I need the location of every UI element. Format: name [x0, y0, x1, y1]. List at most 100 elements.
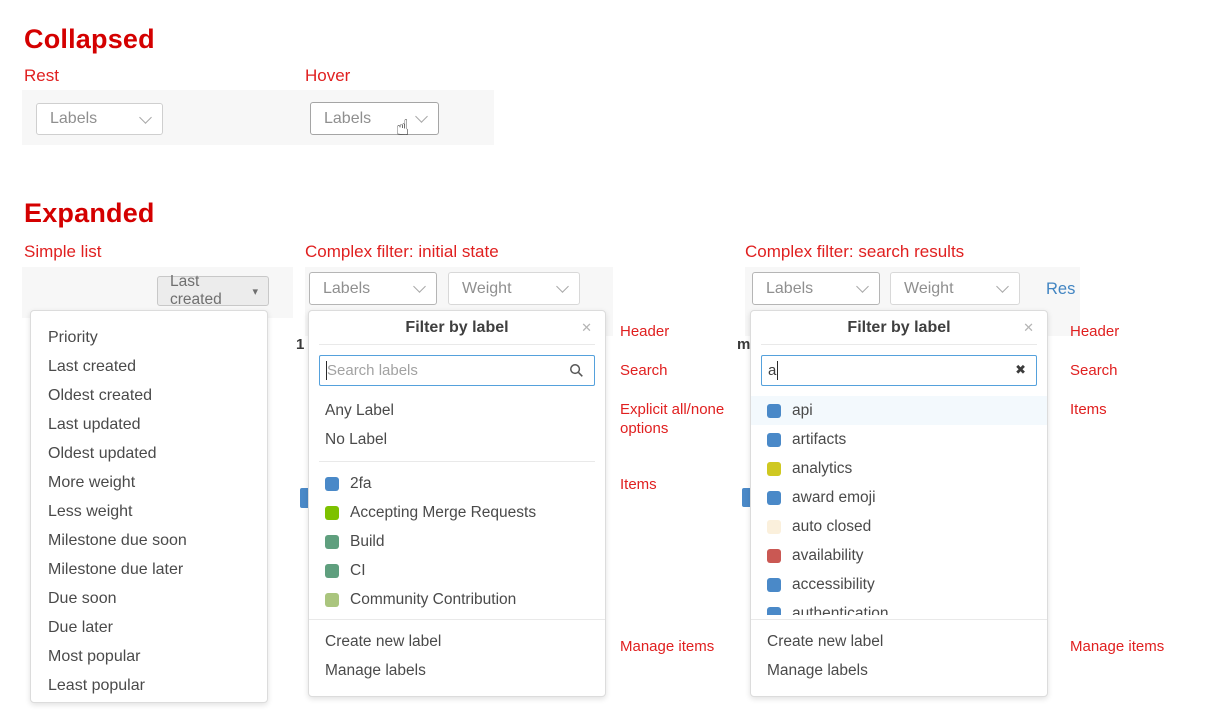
- sort-option-label: Most popular: [48, 648, 141, 666]
- label-option[interactable]: 2fa: [309, 469, 605, 498]
- manage-action[interactable]: Create new label: [751, 627, 1047, 656]
- chevron-down-icon: [556, 280, 569, 293]
- dropdown-button-label: Labels: [766, 280, 813, 298]
- label-option[interactable]: authentication: [751, 599, 1047, 615]
- weight-filter-dropdown[interactable]: Weight: [448, 272, 580, 305]
- sort-option[interactable]: Priority: [31, 323, 267, 352]
- close-icon[interactable]: ✕: [1023, 312, 1034, 346]
- section-title-expanded: Expanded: [24, 198, 155, 229]
- annotation-search: Search: [1070, 361, 1118, 380]
- search-icon: [569, 363, 584, 378]
- label-option[interactable]: Build: [309, 527, 605, 556]
- chevron-down-icon: [139, 111, 152, 124]
- variant-label-rest: Rest: [24, 66, 59, 86]
- dropdown-button-label: Labels: [50, 110, 97, 128]
- panel-title: Filter by label ✕: [751, 311, 1047, 344]
- sort-option[interactable]: Last created: [31, 352, 267, 381]
- label-option-label: authentication: [792, 605, 889, 616]
- label-option[interactable]: analytics: [751, 454, 1047, 483]
- label-option[interactable]: availability: [751, 541, 1047, 570]
- reset-labels-link[interactable]: Res: [1046, 280, 1080, 299]
- label-option[interactable]: CI: [309, 556, 605, 585]
- label-option[interactable]: Community Contribution: [309, 585, 605, 614]
- label-option-label: Accepting Merge Requests: [350, 504, 536, 522]
- hand-cursor-icon: ☝: [396, 116, 409, 141]
- clipped-background-text: m: [737, 336, 750, 353]
- labels-filter-dropdown[interactable]: Labels: [309, 272, 437, 305]
- annotation-items: Items: [1070, 400, 1107, 419]
- sort-option[interactable]: Most popular: [31, 642, 267, 671]
- label-option[interactable]: award emoji: [751, 483, 1047, 512]
- labels-dropdown-hover[interactable]: Labels: [310, 102, 439, 135]
- search-labels-input[interactable]: Search labels: [319, 355, 595, 386]
- dropdown-button-label: Weight: [904, 280, 954, 298]
- sort-option[interactable]: Least popular: [31, 671, 267, 700]
- all-none-option[interactable]: No Label: [309, 425, 605, 454]
- annotation-manage-items: Manage items: [1070, 637, 1164, 656]
- panel-title-text: Filter by label: [405, 319, 508, 336]
- close-icon[interactable]: ✕: [581, 312, 592, 346]
- sort-option-label: Last created: [48, 358, 136, 376]
- weight-filter-dropdown[interactable]: Weight: [890, 272, 1020, 305]
- sort-option-label: Due soon: [48, 590, 117, 608]
- label-color-swatch: [767, 491, 781, 505]
- chevron-down-icon: [415, 110, 428, 123]
- label-filter-panel-search-results: Filter by label ✕ a ✖ apiartifactsanalyt…: [750, 310, 1048, 697]
- clipped-background-text: 1: [296, 336, 304, 353]
- annotation-explicit-all-none-options: Explicit all/none options: [620, 400, 740, 438]
- label-color-swatch: [767, 549, 781, 563]
- label-color-swatch: [767, 607, 781, 616]
- section-title-collapsed: Collapsed: [24, 24, 155, 55]
- label-option[interactable]: api: [751, 396, 1047, 425]
- label-color-swatch: [325, 477, 339, 491]
- label-option[interactable]: Accepting Merge Requests: [309, 498, 605, 527]
- label-color-swatch: [767, 520, 781, 534]
- sort-option[interactable]: Less weight: [31, 497, 267, 526]
- sort-option[interactable]: Oldest updated: [31, 439, 267, 468]
- chevron-down-icon: [856, 280, 869, 293]
- search-labels-input[interactable]: a ✖: [761, 355, 1037, 386]
- sort-option[interactable]: More weight: [31, 468, 267, 497]
- label-option-label: accessibility: [792, 576, 875, 594]
- annotation-header: Header: [1070, 322, 1119, 341]
- sort-toggle-button[interactable]: Last created ▾: [157, 276, 269, 306]
- label-option-label: Community Contribution: [350, 591, 516, 609]
- sort-option-label: Least popular: [48, 677, 145, 695]
- column-label-search-results: Complex filter: search results: [745, 242, 964, 262]
- sort-option[interactable]: Last updated: [31, 410, 267, 439]
- annotation-items: Items: [620, 475, 657, 494]
- manage-action-label: Manage labels: [325, 662, 426, 680]
- manage-action[interactable]: Manage labels: [751, 656, 1047, 685]
- label-option[interactable]: artifacts: [751, 425, 1047, 454]
- manage-action[interactable]: Create new label: [309, 627, 605, 656]
- sort-option[interactable]: Due later: [31, 613, 267, 642]
- label-color-swatch: [767, 462, 781, 476]
- search-placeholder: Search labels: [327, 362, 418, 379]
- sort-toggle-label: Last created: [170, 273, 243, 309]
- divider: [319, 461, 595, 462]
- variant-label-hover: Hover: [305, 66, 350, 86]
- clipped-background-label-chip: [742, 488, 750, 507]
- sort-option-label: Milestone due soon: [48, 532, 187, 550]
- sort-option-label: Last updated: [48, 416, 141, 434]
- dropdown-design-spec-page: Collapsed Rest Hover Labels Labels ☝ Exp…: [0, 0, 1218, 722]
- label-option-label: Build: [350, 533, 384, 551]
- label-option[interactable]: accessibility: [751, 570, 1047, 599]
- sort-option[interactable]: Oldest created: [31, 381, 267, 410]
- labels-dropdown-rest[interactable]: Labels: [36, 103, 163, 135]
- all-none-option-label: No Label: [325, 431, 387, 449]
- sort-option[interactable]: Milestone due soon: [31, 526, 267, 555]
- all-none-option[interactable]: Any Label: [309, 396, 605, 425]
- sort-option[interactable]: Milestone due later: [31, 555, 267, 584]
- sort-option-label: Oldest updated: [48, 445, 157, 463]
- label-filter-panel-initial: Filter by label ✕ Search labels Any Labe…: [308, 310, 606, 697]
- label-option[interactable]: auto closed: [751, 512, 1047, 541]
- simple-list-dropdown-panel: Priority Last created Oldest created Last u…: [30, 310, 268, 703]
- chevron-down-icon: [996, 280, 1009, 293]
- manage-action[interactable]: Manage labels: [309, 656, 605, 685]
- sort-option[interactable]: Due soon: [31, 584, 267, 613]
- panel-title-text: Filter by label: [847, 319, 950, 336]
- label-option-label: CI: [350, 562, 366, 580]
- labels-filter-dropdown[interactable]: Labels: [752, 272, 880, 305]
- clear-search-icon[interactable]: ✖: [1015, 363, 1026, 378]
